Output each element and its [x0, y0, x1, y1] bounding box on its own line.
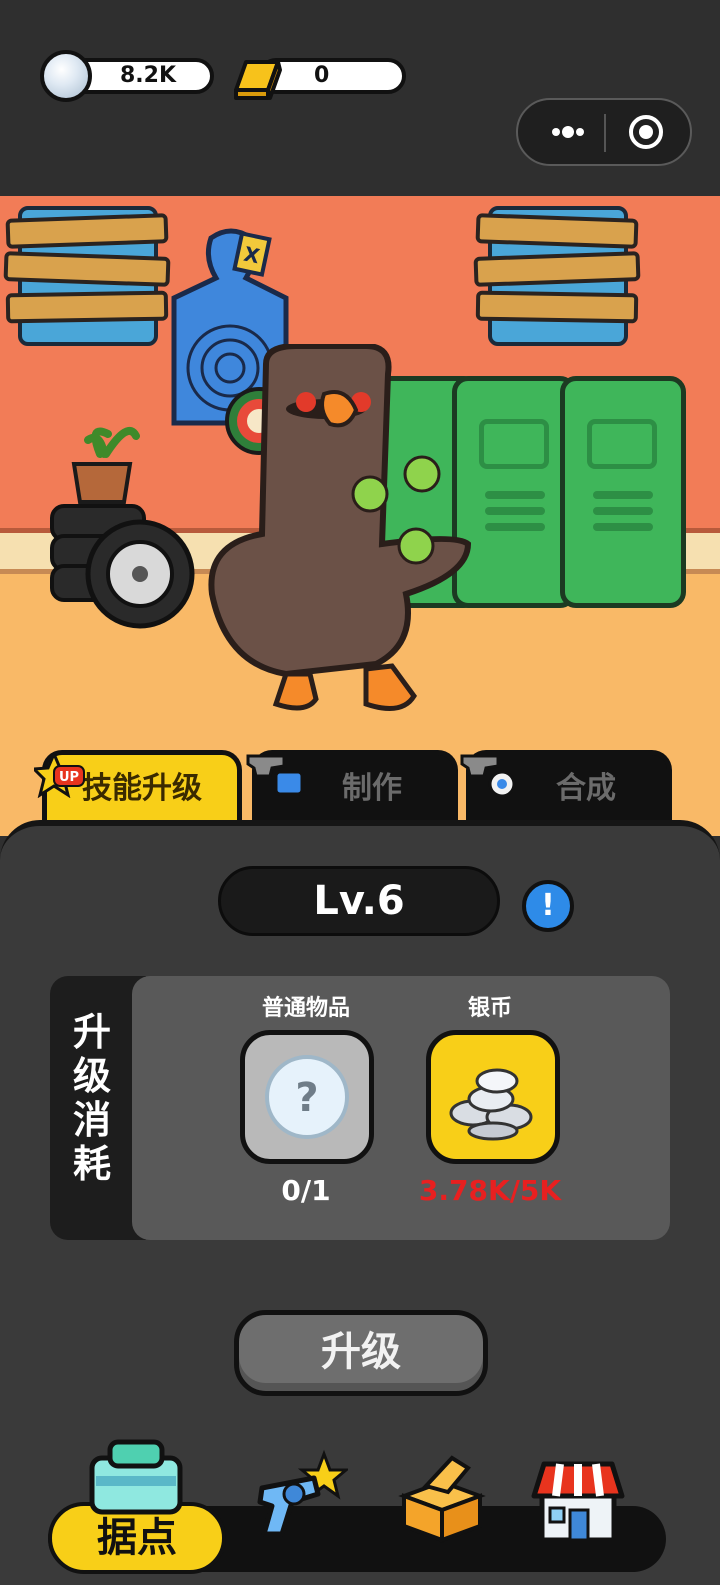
locker-vent: [593, 491, 653, 499]
locker: [560, 376, 686, 608]
locker-vent: [485, 491, 545, 499]
anvil-orb-icon: [460, 754, 516, 798]
locker-window: [587, 419, 657, 469]
cost-item-name: 普通物品: [261, 996, 350, 1021]
up-star-icon: UP: [34, 752, 85, 798]
locker-window: [479, 419, 549, 469]
silver-coins-pile-icon: [449, 1068, 533, 1141]
open-box-icon[interactable]: [396, 1452, 486, 1544]
level-display: Lv.6: [218, 866, 500, 936]
unknown-item-icon: ?: [265, 1055, 349, 1139]
plank: [5, 290, 169, 324]
info-button[interactable]: !: [522, 880, 574, 932]
cost-item-count: 3.78K/5K: [418, 1174, 562, 1207]
plank: [475, 213, 639, 249]
base-icon: [89, 1439, 183, 1515]
menu-capsule: [516, 98, 692, 166]
locker-vent: [593, 507, 653, 515]
up-badge-text: UP: [59, 770, 79, 785]
target-close-icon[interactable]: [622, 112, 670, 152]
nav-base-label: 据点: [97, 1515, 177, 1561]
cost-item-name: 银币: [467, 996, 512, 1021]
tab-craft-label: 制作: [342, 771, 402, 806]
plank: [473, 251, 641, 287]
cost-item-count: 0/1: [281, 1174, 331, 1207]
capsule-divider: [604, 114, 606, 152]
upgrade-button[interactable]: 升级: [234, 1310, 488, 1396]
plank: [5, 213, 169, 249]
plank: [3, 251, 171, 287]
cost-label: 升级消耗: [72, 1010, 111, 1186]
cost-item-slot[interactable]: ?: [240, 1030, 374, 1164]
gold-value: 0: [314, 63, 330, 88]
more-dots-icon[interactable]: [536, 112, 600, 152]
cost-item-slot[interactable]: [426, 1030, 560, 1164]
tire-stack-icon: [50, 427, 195, 629]
anvil-blueprint-icon: [246, 754, 304, 796]
tab-synthesize-label: 合成: [556, 771, 616, 806]
locker-vent: [593, 523, 653, 531]
plank: [475, 290, 639, 324]
tab-skill-upgrade-label: 技能升级: [82, 771, 202, 806]
svg-text:?: ?: [295, 1075, 318, 1121]
silver-value: 8.2K: [120, 63, 177, 88]
goose-character-icon[interactable]: [206, 344, 476, 724]
locker-vent: [485, 507, 545, 515]
silver-coin-icon: [40, 50, 92, 102]
gold-bar-icon: [234, 60, 282, 100]
shop-icon[interactable]: [530, 1456, 626, 1546]
locker-vent: [485, 523, 545, 531]
revolver-icon[interactable]: [252, 1448, 348, 1544]
base-scene[interactable]: X: [0, 196, 720, 836]
